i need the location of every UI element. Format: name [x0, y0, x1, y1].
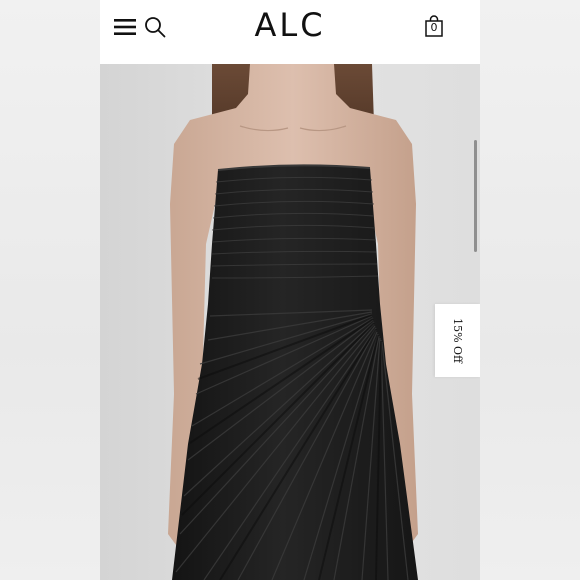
model-in-black-strapless-dress — [168, 64, 418, 580]
scrollbar-thumb[interactable] — [474, 140, 477, 252]
left-background — [0, 0, 100, 580]
site-header: ALC 0 — [100, 0, 480, 64]
discount-tab[interactable]: 15% Off — [435, 304, 480, 377]
mobile-screen: ALC 0 15% Off — [100, 0, 480, 580]
discount-label: 15% Off — [451, 318, 464, 363]
product-image[interactable] — [100, 64, 480, 580]
brand-logo[interactable]: ALC — [100, 6, 480, 44]
right-background — [480, 0, 580, 580]
bag-count: 0 — [430, 21, 438, 34]
